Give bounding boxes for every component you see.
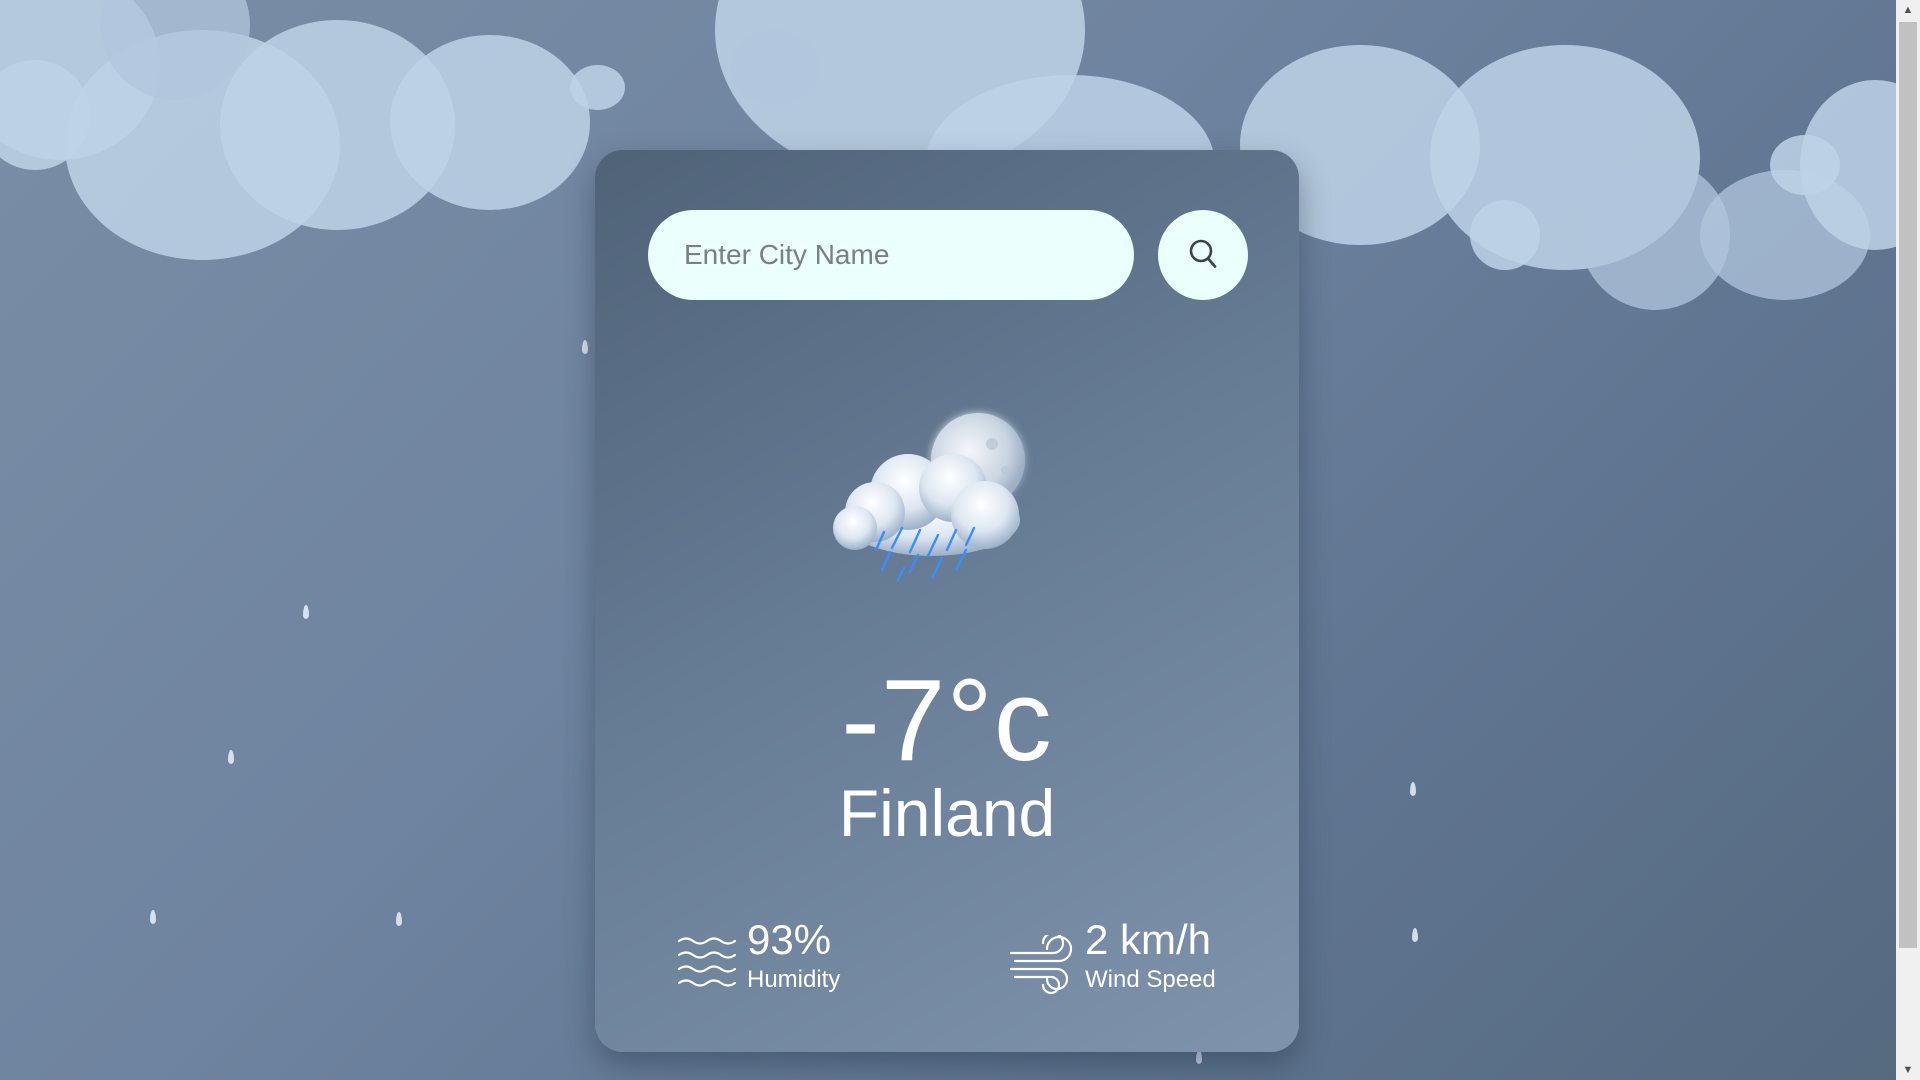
wind-label: Wind Speed	[1085, 966, 1216, 993]
search-button[interactable]	[1158, 210, 1248, 300]
city-name: Finland	[838, 776, 1056, 850]
search-input[interactable]	[648, 210, 1134, 300]
scroll-up-arrow-icon[interactable]: ▲	[1896, 0, 1920, 20]
weather-card: -7°c Finland 93% Humidity	[595, 150, 1299, 1052]
wind-value: 2 km/h	[1085, 916, 1212, 963]
humidity-value: 93%	[747, 916, 832, 963]
humidity-label: Humidity	[747, 966, 841, 993]
wind-icon	[1009, 935, 1073, 995]
vertical-scrollbar[interactable]: ▲ ▼	[1896, 0, 1920, 1080]
humidity-waves-icon	[677, 937, 737, 987]
cloud-moon-rain-icon	[833, 413, 1025, 582]
weather-app: -7°c Finland 93% Humidity	[0, 0, 1896, 1080]
scroll-down-arrow-icon[interactable]: ▼	[1896, 1060, 1920, 1080]
scrollbar-thumb[interactable]	[1899, 22, 1917, 948]
search-icon	[1189, 239, 1217, 268]
temperature: -7°c	[841, 655, 1053, 785]
